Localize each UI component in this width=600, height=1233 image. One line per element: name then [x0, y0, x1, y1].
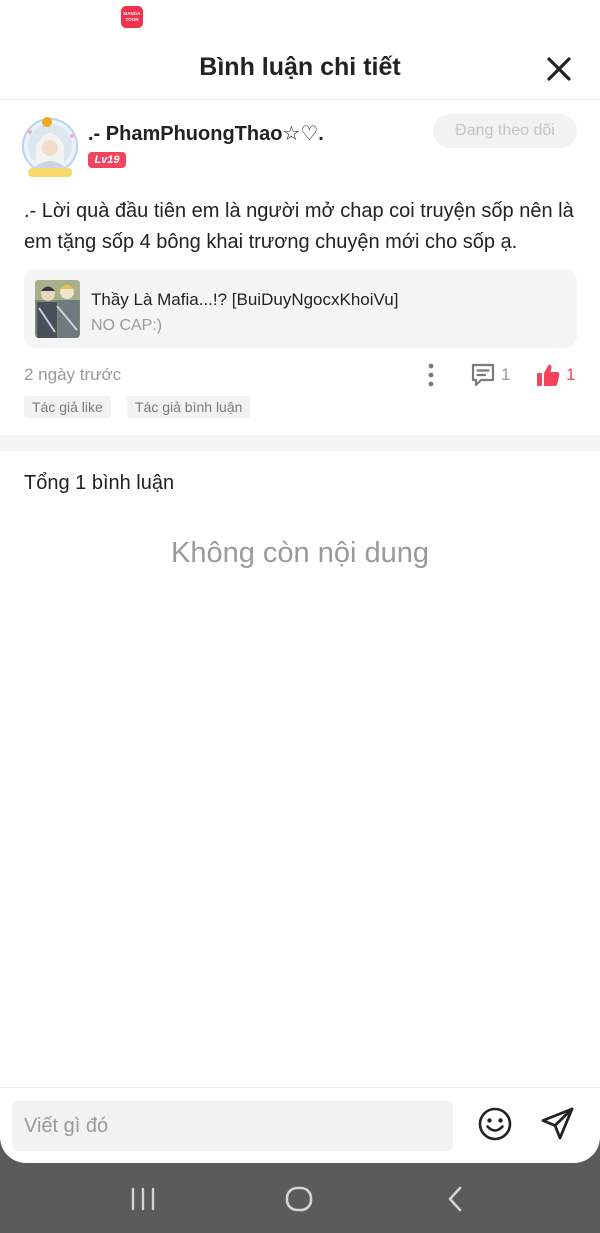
- more-vertical-icon: [428, 363, 434, 387]
- comment-icon: [471, 363, 495, 387]
- story-subtitle: NO CAP:): [91, 317, 163, 334]
- app-icon: MANGA TOON: [121, 6, 143, 28]
- more-options-button[interactable]: [419, 362, 443, 388]
- like-button[interactable]: 1: [535, 361, 579, 389]
- recent-apps-icon: [131, 1187, 155, 1211]
- emoji-button[interactable]: [477, 1106, 513, 1142]
- header: Bình luận chi tiết: [0, 36, 600, 100]
- home-button[interactable]: [284, 1183, 314, 1215]
- comment-input-bar: [0, 1087, 600, 1163]
- home-icon: [285, 1186, 313, 1212]
- tag-author-like: Tác giả like: [24, 396, 111, 418]
- send-button[interactable]: [539, 1105, 576, 1142]
- close-icon: [547, 57, 571, 81]
- empty-state-label: Không còn nội dung: [171, 537, 429, 569]
- comment-timestamp: 2 ngày trước: [24, 365, 122, 384]
- comment-detail-sheet: MANGA TOON Bình luận chi tiết .- PhamPhu: [0, 0, 600, 1163]
- follow-button[interactable]: Đang theo dõi: [433, 114, 577, 148]
- story-thumbnail: [35, 280, 80, 338]
- reply-count: 1: [501, 365, 511, 384]
- tag-author-comment: Tác giả bình luận: [127, 396, 251, 418]
- recent-apps-button[interactable]: [130, 1183, 156, 1215]
- system-navigation-bar: [0, 1163, 600, 1233]
- username[interactable]: .- PhamPhuongThao☆♡.: [88, 121, 324, 146]
- comment-input[interactable]: [12, 1101, 453, 1151]
- comment-text: .- Lời quà đầu tiên em là người mở chap …: [24, 200, 574, 253]
- level-badge: Lv19: [88, 152, 126, 168]
- section-divider: [0, 435, 600, 451]
- avatar[interactable]: [20, 116, 80, 180]
- story-title: Thầy Là Mafia...!? [BuiDuyNgocxKhoiVu]: [91, 290, 399, 309]
- back-icon: [448, 1186, 462, 1212]
- story-card[interactable]: Thầy Là Mafia...!? [BuiDuyNgocxKhoiVu] N…: [24, 269, 577, 348]
- close-button[interactable]: [543, 53, 575, 85]
- smiley-icon: [478, 1107, 512, 1141]
- send-icon: [541, 1107, 574, 1140]
- like-count: 1: [566, 365, 576, 384]
- thumbs-up-icon: [537, 364, 560, 386]
- status-bar: MANGA TOON: [0, 0, 600, 36]
- page-title: Bình luận chi tiết: [199, 53, 401, 81]
- total-comments-label: Tổng 1 bình luận: [24, 472, 175, 494]
- reply-button[interactable]: 1: [470, 361, 520, 389]
- back-button[interactable]: [444, 1183, 466, 1215]
